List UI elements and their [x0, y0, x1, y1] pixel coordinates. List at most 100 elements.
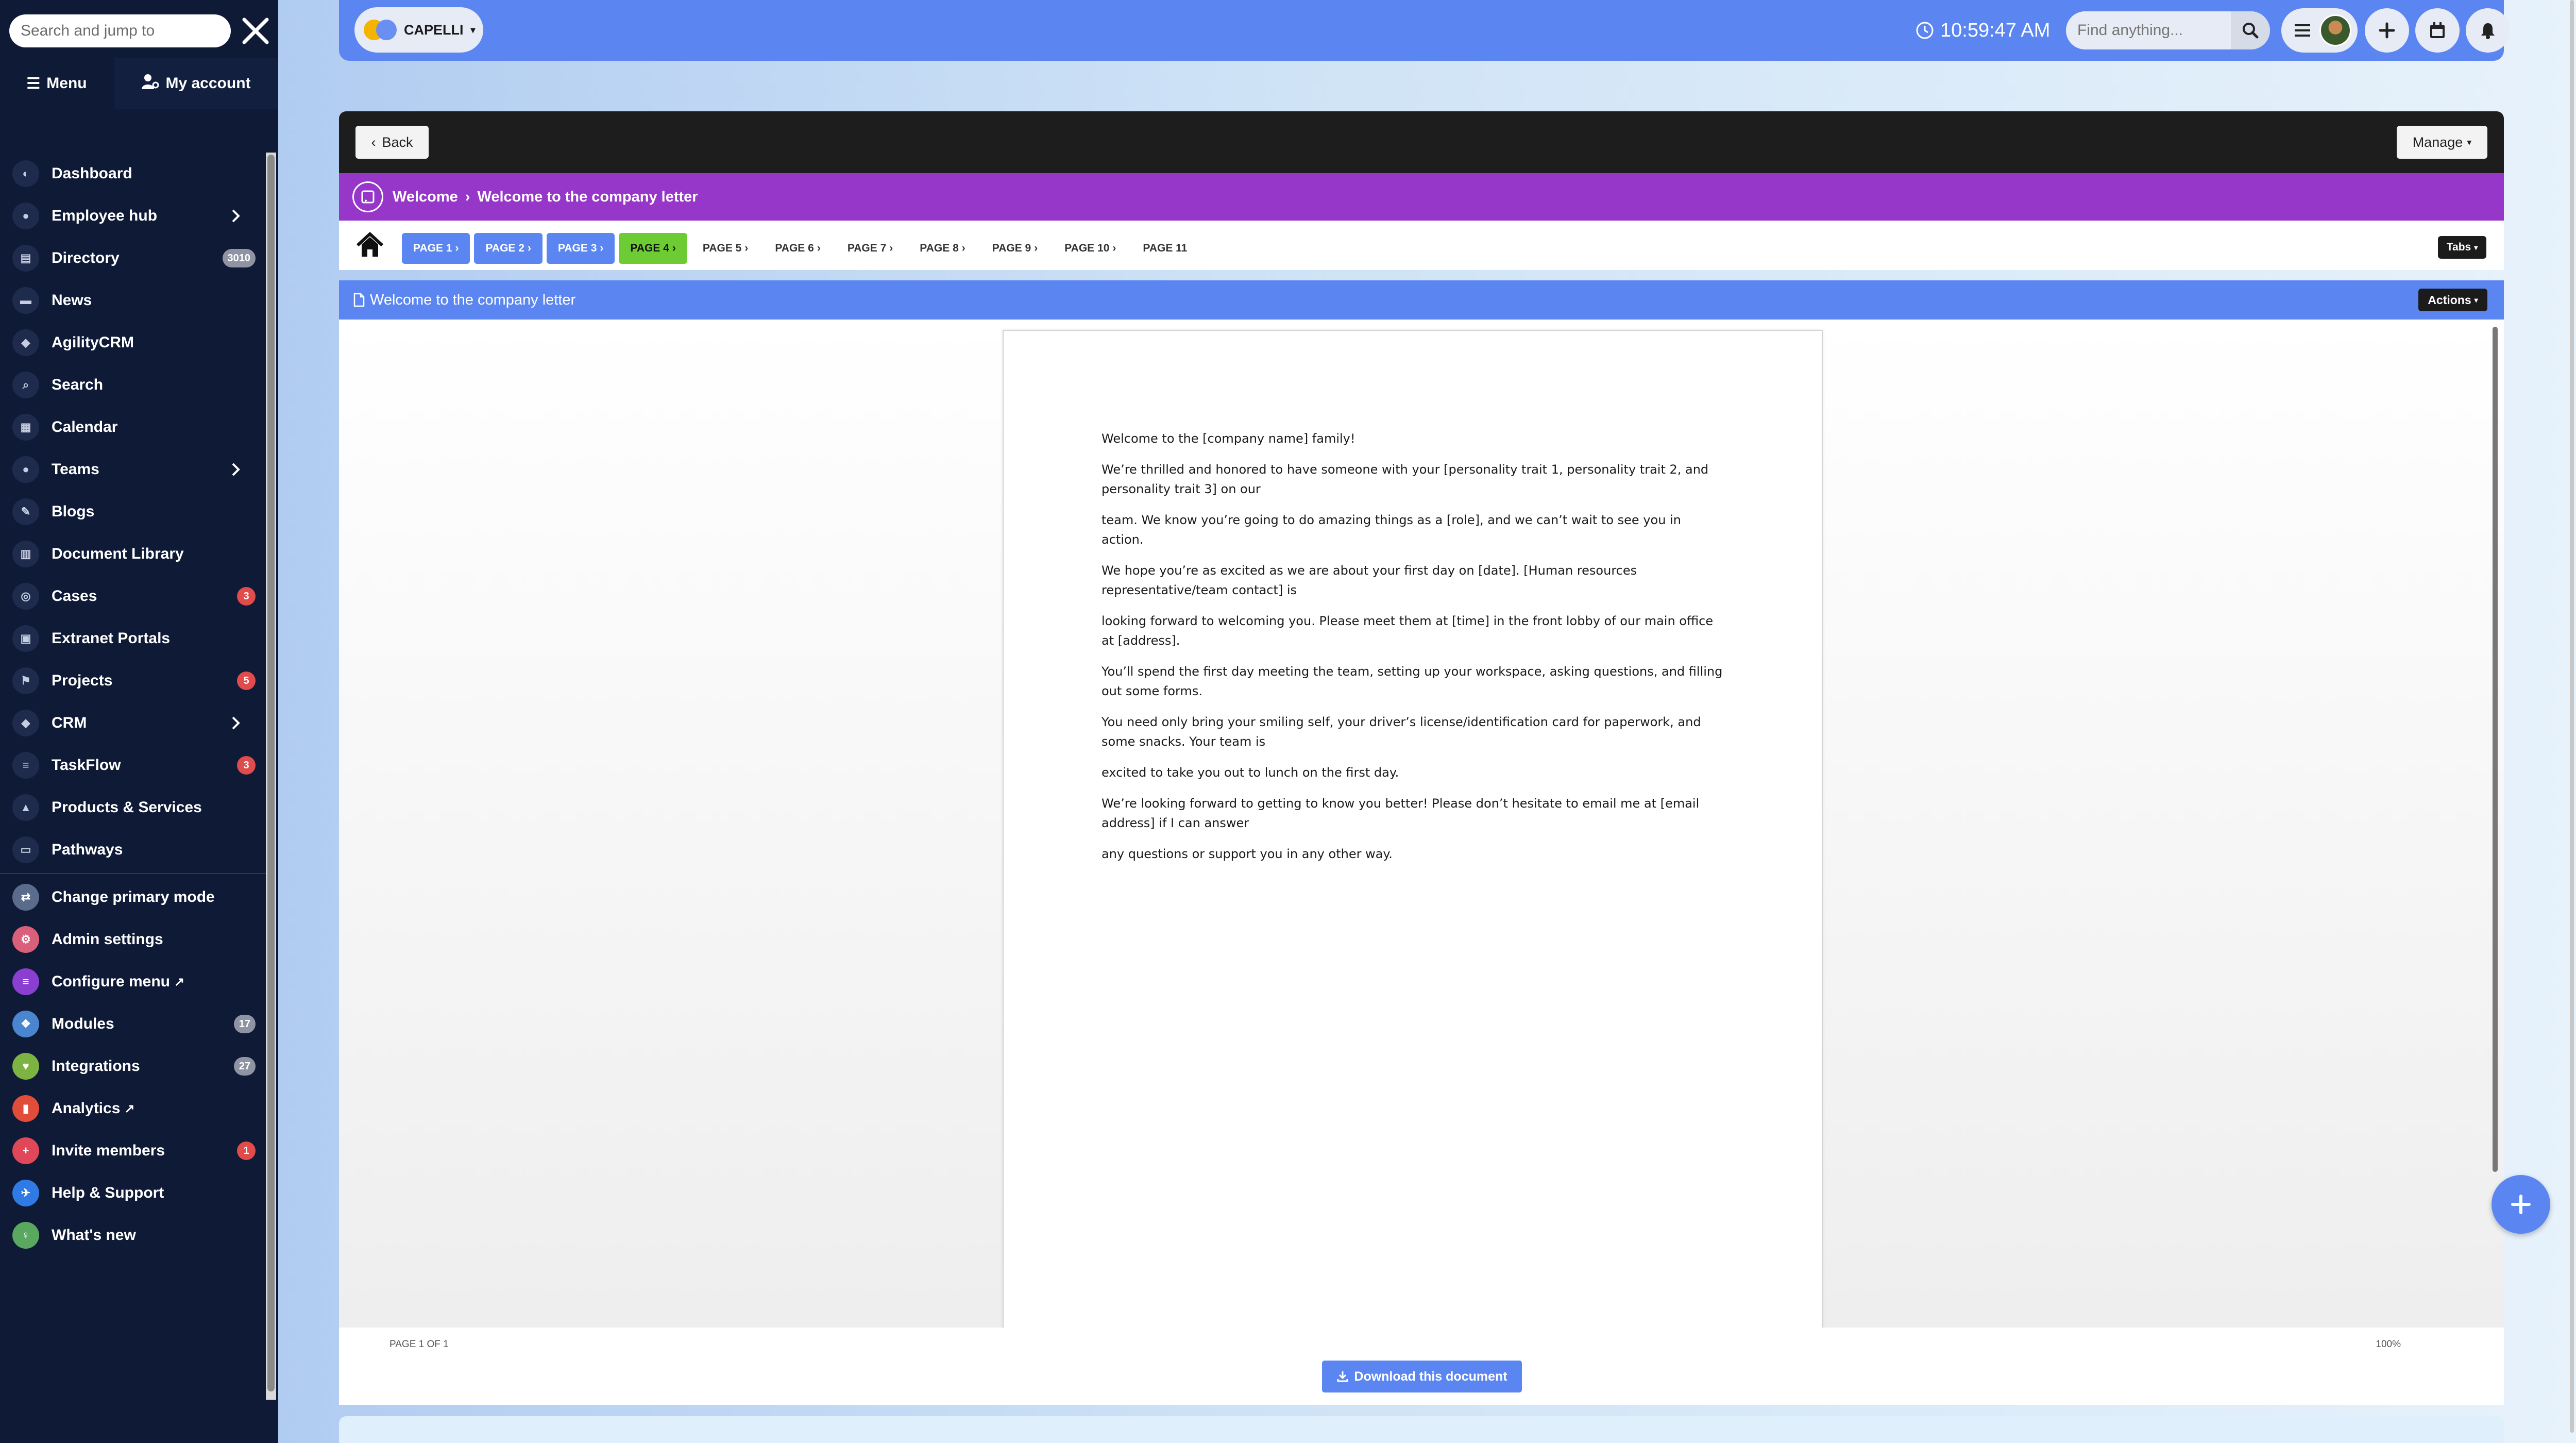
projects-icon: ⚑ [12, 667, 39, 694]
add-button[interactable] [2365, 8, 2409, 53]
external-link-icon: ↗ [174, 975, 185, 989]
top-bar: CAPELLI ▾ 10:59:47 AM [339, 0, 2510, 61]
calendar-icon: ▦ [12, 414, 39, 441]
brand-switcher[interactable]: CAPELLI ▾ [354, 7, 483, 53]
chevron-right-icon [232, 209, 240, 223]
settings-icon: ⚙ [12, 926, 39, 953]
page-scrollbar[interactable] [2569, 0, 2575, 1443]
tab-page-1[interactable]: PAGE 1 › [402, 233, 470, 264]
sidebar-item-search[interactable]: ⌕ Search [0, 364, 266, 406]
sidebar-item-taskflow[interactable]: ≡ TaskFlow 3 [0, 744, 266, 786]
invite-count-badge: 1 [237, 1142, 256, 1160]
actions-button[interactable]: Actions ▾ [2418, 289, 2487, 311]
teams-icon: ● [12, 456, 39, 483]
sidebar-item-cases[interactable]: ◎ Cases 3 [0, 575, 266, 617]
sidebar-item-dashboard[interactable]: ◐ Dashboard [0, 153, 266, 195]
user-menu-button[interactable] [2281, 8, 2358, 53]
sidebar-item-modules[interactable]: ❖ Modules 17 [0, 1003, 266, 1045]
document-panel: ‹ Back Manage ▾ Welcome › Welcome to the… [339, 111, 2504, 1405]
chevron-right-icon: › [817, 242, 821, 254]
notifications-button[interactable] [2466, 8, 2510, 53]
chevron-right-icon: › [465, 188, 470, 205]
breadcrumb: Welcome › Welcome to the company letter [339, 173, 2504, 221]
search-icon [2243, 23, 2259, 39]
chevron-right-icon: › [744, 242, 749, 254]
sidebar-item-blogs[interactable]: ✎ Blogs [0, 491, 266, 533]
sidebar-item-calendar[interactable]: ▦ Calendar [0, 406, 266, 448]
tab-page-9[interactable]: PAGE 9 › [981, 233, 1049, 264]
sidebar-item-change-primary-mode[interactable]: ⇄ Change primary mode [0, 876, 266, 918]
calendar-button[interactable] [2415, 8, 2460, 53]
tab-page-10[interactable]: PAGE 10 › [1053, 233, 1127, 264]
sidebar-item-products-services[interactable]: ▲ Products & Services [0, 786, 266, 829]
help-icon: ✈ [12, 1180, 39, 1206]
sidebar-item-agilitycrm[interactable]: ◆ AgilityCRM [0, 322, 266, 364]
sidebar-item-analytics[interactable]: ▮ Analytics ↗ [0, 1087, 266, 1130]
search-icon: ⌕ [12, 372, 39, 398]
sidebar-item-integrations[interactable]: ♥ Integrations 27 [0, 1045, 266, 1087]
tab-page-2[interactable]: PAGE 2 › [474, 233, 543, 264]
breadcrumb-parent[interactable]: Welcome [393, 189, 458, 206]
document-paragraph: any questions or support you in any othe… [1101, 847, 1393, 861]
sidebar-item-pathways[interactable]: ▭ Pathways [0, 829, 266, 871]
sidebar-item-crm[interactable]: ◆ CRM [0, 702, 266, 744]
sidebar-item-document-library[interactable]: ▥ Document Library [0, 533, 266, 575]
zoom-level: 100% [2376, 1339, 2401, 1350]
sidebar-scrollbar-thumb[interactable] [267, 155, 275, 1391]
document-paragraph: looking forward to welcoming you. Please… [1101, 614, 1714, 648]
document-paragraph: We’re thrilled and honored to have someo… [1101, 462, 1709, 496]
floating-add-button[interactable] [2492, 1175, 2550, 1234]
document-viewer[interactable]: Welcome to the [company name] family! We… [339, 320, 2504, 1330]
sidebar-item-help-support[interactable]: ✈ Help & Support [0, 1172, 266, 1214]
back-button[interactable]: ‹ Back [355, 126, 429, 159]
manage-button[interactable]: Manage ▾ [2397, 126, 2487, 159]
sidebar-item-whats-new[interactable]: ♀ What's new [0, 1214, 266, 1256]
news-icon: ▬ [12, 287, 39, 314]
integrations-icon: ♥ [12, 1053, 39, 1080]
sidebar-item-invite-members[interactable]: + Invite members 1 [0, 1130, 266, 1172]
tab-page-6[interactable]: PAGE 6 › [764, 233, 832, 264]
tab-my-account[interactable]: My account [114, 58, 278, 109]
projects-count-badge: 5 [237, 672, 256, 690]
search-button[interactable] [2231, 11, 2270, 49]
sidebar-search-input[interactable] [9, 14, 231, 47]
sidebar-item-configure-menu[interactable]: ≡ Configure menu ↗ [0, 961, 266, 1003]
document-paragraph: Welcome to the [company name] family! [1101, 431, 1355, 446]
close-icon[interactable] [239, 14, 272, 47]
home-icon[interactable] [355, 231, 384, 260]
book-icon [352, 181, 383, 212]
tab-page-8[interactable]: PAGE 8 › [908, 233, 976, 264]
directory-icon: ▤ [12, 245, 39, 272]
chevron-right-icon: › [672, 242, 676, 254]
sidebar-item-directory[interactable]: ▤ Directory 3010 [0, 237, 266, 279]
find-anything-input[interactable] [2066, 11, 2231, 49]
tab-page-11[interactable]: PAGE 11 [1131, 233, 1198, 264]
page-count: PAGE 1 OF 1 [389, 1339, 449, 1350]
tab-page-5[interactable]: PAGE 5 › [691, 233, 759, 264]
page-scrollbar-thumb[interactable] [2570, 0, 2574, 1433]
tab-page-3[interactable]: PAGE 3 › [546, 233, 615, 264]
tabs-dropdown-button[interactable]: Tabs ▾ [2438, 236, 2486, 259]
download-button[interactable]: Download this document [1322, 1361, 1522, 1392]
sidebar-scrollbar[interactable] [266, 153, 276, 1400]
modules-icon: ❖ [12, 1011, 39, 1037]
taskflow-icon: ≡ [12, 752, 39, 779]
sidebar-item-projects[interactable]: ⚑ Projects 5 [0, 660, 266, 702]
sidebar-item-teams[interactable]: ● Teams [0, 448, 266, 491]
document-paragraph: We hope you’re as excited as we are abou… [1101, 563, 1637, 597]
document-paragraph: excited to take you out to lunch on the … [1101, 765, 1399, 780]
viewer-scrollbar[interactable] [2493, 327, 2498, 1172]
sidebar-item-news[interactable]: ▬ News [0, 279, 266, 322]
sidebar-item-employee-hub[interactable]: ● Employee hub [0, 195, 266, 237]
chevron-right-icon: › [1034, 242, 1038, 254]
action-bar: ‹ Back Manage ▾ [339, 111, 2504, 173]
blog-icon: ✎ [12, 498, 39, 525]
tab-page-4[interactable]: PAGE 4 › [619, 233, 687, 264]
sidebar-item-admin-settings[interactable]: ⚙ Admin settings [0, 918, 266, 961]
chevron-left-icon: ‹ [371, 134, 376, 150]
sidebar-item-extranet-portals[interactable]: ▣ Extranet Portals [0, 617, 266, 660]
tab-page-7[interactable]: PAGE 7 › [836, 233, 904, 264]
library-icon: ▥ [12, 541, 39, 567]
tab-menu[interactable]: ☰ Menu [0, 58, 113, 109]
page-tabs-bar: PAGE 1 › PAGE 2 › PAGE 3 › PAGE 4 › PAGE 5 › … [339, 221, 2504, 270]
